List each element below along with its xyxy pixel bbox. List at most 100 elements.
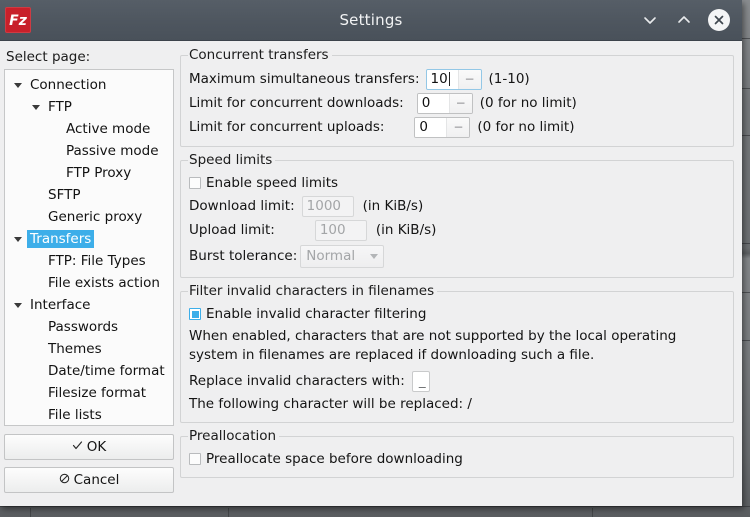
sidebar-item-filesize-format[interactable]: Filesize format: [5, 382, 173, 404]
upload-limit-input[interactable]: 100: [314, 219, 367, 241]
sidebar-item-passive-mode[interactable]: Passive mode: [5, 140, 173, 162]
chevron-down-icon[interactable]: [640, 10, 660, 30]
replace-characters-input[interactable]: _: [411, 370, 430, 392]
title-bar[interactable]: Fz Settings: [0, 0, 742, 41]
max-simultaneous-transfers-label: Maximum simultaneous transfers:: [189, 71, 420, 87]
sidebar-item-label: Passive mode: [66, 143, 159, 159]
download-limit-unit: (in KiB/s): [362, 198, 424, 214]
concurrent-downloads-label: Limit for concurrent downloads:: [189, 95, 404, 111]
sidebar-item-label: Filesize format: [48, 385, 147, 401]
sidebar-item-label: Connection: [30, 77, 107, 93]
close-circle-icon[interactable]: [708, 9, 730, 31]
ok-button[interactable]: OK: [4, 434, 174, 460]
concurrent-uploads-row: Limit for concurrent uploads: 0 − (0 for…: [189, 115, 725, 139]
enable-invalid-character-filtering-label: Enable invalid character filtering: [206, 306, 427, 322]
ok-button-label: OK: [86, 439, 107, 455]
concurrent-downloads-row: Limit for concurrent downloads: 0 − (0 f…: [189, 91, 725, 115]
chevron-up-icon[interactable]: [674, 10, 694, 30]
sidebar-item-label: Active mode: [66, 121, 151, 137]
max-simultaneous-transfers-value[interactable]: 10: [426, 69, 458, 89]
upload-limit-unit: (in KiB/s): [375, 222, 437, 238]
enable-invalid-character-filtering-checkbox[interactable]: [189, 308, 201, 320]
stepper-buttons[interactable]: −: [446, 117, 470, 137]
download-limit-row: Download limit: 1000 (in KiB/s): [189, 194, 725, 218]
cancel-button-label: Cancel: [73, 472, 120, 488]
tree-expander-icon[interactable]: [9, 236, 27, 242]
prohibited-icon: [59, 472, 70, 488]
max-simultaneous-transfers-stepper[interactable]: 10 −: [425, 68, 482, 90]
preallocation-group: Preallocation Preallocate space before d…: [180, 428, 734, 478]
filter-invalid-characters-group: Filter invalid characters in filenames E…: [180, 283, 734, 423]
preallocate-space-row[interactable]: Preallocate space before downloading: [189, 448, 725, 470]
max-simultaneous-transfers-hint: (1-10): [488, 71, 530, 87]
sidebar-item-ftp-proxy[interactable]: FTP Proxy: [5, 162, 173, 184]
window-title: Settings: [339, 11, 403, 29]
preallocate-space-checkbox[interactable]: [189, 453, 201, 465]
burst-tolerance-row: Burst tolerance: Normal: [189, 242, 725, 270]
concurrent-downloads-hint: (0 for no limit): [479, 95, 577, 111]
cancel-button[interactable]: Cancel: [4, 467, 174, 493]
settings-dialog: Fz Settings Select page: Connection FTP Ac…: [0, 0, 742, 506]
sidebar-item-label: FTP: [48, 99, 72, 115]
window-controls: [640, 9, 730, 31]
sidebar-item-label: Interface: [30, 297, 91, 313]
concurrent-uploads-value[interactable]: 0: [415, 117, 447, 137]
concurrent-uploads-hint: (0 for no limit): [477, 119, 575, 135]
dialog-buttons: OK Cancel: [4, 434, 174, 500]
page-tree[interactable]: Connection FTP Active mode Passive mode FTP …: [4, 69, 174, 426]
sidebar-item-passwords[interactable]: Passwords: [5, 316, 173, 338]
preallocate-space-label: Preallocate space before downloading: [206, 451, 463, 467]
sidebar-item-label: FTP Proxy: [66, 165, 132, 181]
svg-text:Fz: Fz: [9, 13, 28, 29]
dialog-body: Select page: Connection FTP Active mode Pas…: [0, 41, 742, 506]
stepper-buttons[interactable]: −: [457, 69, 481, 89]
tree-expander-icon[interactable]: [27, 104, 45, 110]
sidebar-item-file-lists[interactable]: File lists: [5, 404, 173, 425]
tree-expander-icon[interactable]: [9, 302, 27, 308]
sidebar-item-ftp[interactable]: FTP: [5, 96, 173, 118]
speed-limits-group: Speed limits Enable speed limits Downloa…: [180, 152, 734, 278]
max-simultaneous-transfers-row: Maximum simultaneous transfers: 10 − (1-…: [189, 67, 725, 91]
speed-limits-legend: Speed limits: [189, 152, 273, 168]
tree-expander-icon[interactable]: [9, 82, 27, 88]
sidebar-item-label: FTP: File Types: [48, 253, 146, 269]
sidebar-item-date-time-format[interactable]: Date/time format: [5, 360, 173, 382]
replace-characters-label: Replace invalid characters with:: [189, 373, 405, 389]
burst-tolerance-value: Normal: [306, 248, 356, 264]
concurrent-uploads-label: Limit for concurrent uploads:: [189, 119, 385, 135]
sidebar-item-interface[interactable]: Interface: [5, 294, 173, 316]
burst-tolerance-label: Burst tolerance:: [189, 248, 298, 264]
sidebar-item-ftp-file-types[interactable]: FTP: File Types: [5, 250, 173, 272]
filter-invalid-characters-legend: Filter invalid characters in filenames: [189, 283, 435, 299]
sidebar-item-generic-proxy[interactable]: Generic proxy: [5, 206, 173, 228]
download-limit-label: Download limit:: [189, 198, 295, 214]
stepper-buttons[interactable]: −: [448, 93, 472, 113]
settings-panel: Concurrent transfers Maximum simultaneou…: [178, 41, 742, 506]
sidebar-item-themes[interactable]: Themes: [5, 338, 173, 360]
enable-speed-limits-row[interactable]: Enable speed limits: [189, 172, 725, 194]
preallocation-legend: Preallocation: [189, 428, 277, 444]
download-limit-input[interactable]: 1000: [301, 195, 354, 217]
concurrent-uploads-stepper[interactable]: 0 −: [414, 116, 471, 138]
filter-description: When enabled, characters that are not su…: [189, 328, 677, 363]
burst-tolerance-select[interactable]: Normal: [300, 244, 385, 268]
enable-invalid-character-filtering-row[interactable]: Enable invalid character filtering: [189, 303, 725, 325]
check-icon: [72, 439, 83, 455]
sidebar-item-transfers[interactable]: Transfers: [5, 228, 173, 250]
filezilla-logo-icon: Fz: [5, 7, 31, 33]
sidebar: Select page: Connection FTP Active mode Pas…: [0, 41, 178, 506]
concurrent-downloads-value[interactable]: 0: [417, 93, 449, 113]
sidebar-item-file-exists-action[interactable]: File exists action: [5, 272, 173, 294]
concurrent-downloads-stepper[interactable]: 0 −: [416, 92, 473, 114]
sidebar-item-connection[interactable]: Connection: [5, 74, 173, 96]
concurrent-transfers-legend: Concurrent transfers: [189, 47, 329, 63]
sidebar-item-label: Themes: [48, 341, 102, 357]
replaced-character-note: The following character will be replaced…: [189, 396, 472, 412]
enable-speed-limits-label: Enable speed limits: [206, 175, 339, 191]
upload-limit-label: Upload limit:: [189, 222, 275, 238]
enable-speed-limits-checkbox[interactable]: [189, 177, 201, 189]
chevron-down-icon: [370, 253, 379, 259]
sidebar-item-label: File exists action: [48, 275, 160, 291]
sidebar-item-sftp[interactable]: SFTP: [5, 184, 173, 206]
sidebar-item-active-mode[interactable]: Active mode: [5, 118, 173, 140]
